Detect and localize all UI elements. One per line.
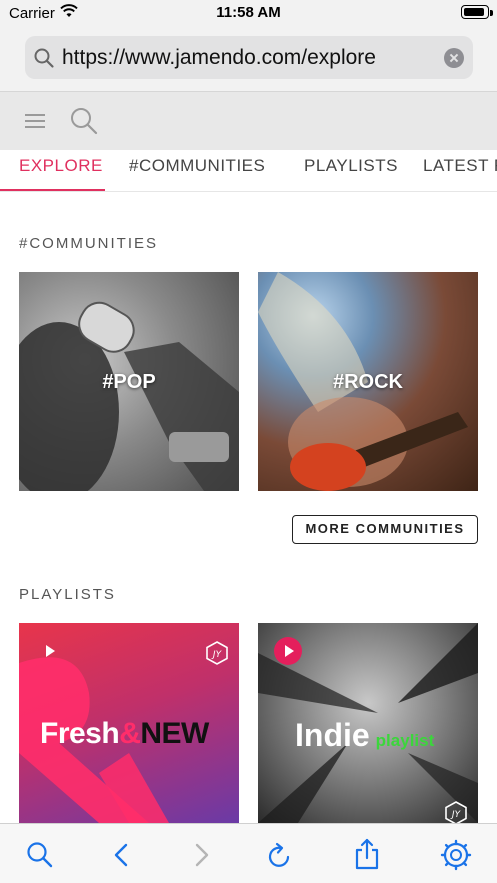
community-label-rock: #ROCK [332,371,403,393]
settings-icon[interactable] [440,839,472,871]
status-bar: Carrier 11:58 AM [0,0,497,28]
community-card-rock[interactable]: #ROCK [258,272,478,491]
tab-explore[interactable]: EXPLORE [19,156,103,176]
share-icon[interactable] [353,838,381,870]
tab-playlists[interactable]: PLAYLISTS [304,156,398,176]
site-header [0,92,497,150]
menu-icon[interactable] [25,114,45,128]
url-text[interactable]: https://www.jamendo.com/explore [62,46,376,70]
more-communities-button[interactable]: MORE COMMUNITIES [292,515,478,544]
reload-icon[interactable] [266,841,294,871]
jamendo-badge-icon: JY [445,801,467,823]
tab-communities[interactable]: #COMMUNITIES [129,156,265,176]
communities-section-title: #COMMUNITIES [19,235,159,252]
back-icon[interactable] [110,841,134,869]
search-icon[interactable] [26,841,54,869]
active-tab-indicator [0,189,105,191]
url-field[interactable]: https://www.jamendo.com/explore [25,36,473,79]
playlist-title-indie: Indie playlist [295,717,435,753]
community-label-pop: #POP [102,371,156,393]
playlist-title-fresh-new: Fresh&NEW [40,717,209,750]
svg-text:JY: JY [211,650,223,660]
play-button[interactable] [35,637,63,665]
playlist-card-fresh-new[interactable]: JY Fresh&NEW [19,623,239,823]
playlists-section-title: PLAYLISTS [19,586,116,603]
browser-toolbar [0,823,497,883]
play-button[interactable] [274,637,302,665]
search-icon [34,48,54,68]
battery-tip [490,10,493,16]
svg-text:JY: JY [450,810,462,820]
community-card-pop[interactable]: #POP [19,272,239,491]
playlist-card-indie[interactable]: JY Indie playlist [258,623,478,823]
site-search-icon[interactable] [69,106,99,136]
status-time: 11:58 AM [216,4,281,21]
battery-icon [461,5,489,19]
section-tabs: EXPLORE #COMMUNITIES PLAYLISTS LATEST RE [0,150,497,192]
jamendo-badge-icon: JY [206,641,228,665]
browser-address-area: https://www.jamendo.com/explore [0,28,497,92]
tab-latest-releases[interactable]: LATEST RE [423,156,497,176]
forward-icon[interactable] [189,841,213,869]
clear-url-icon[interactable] [444,48,464,68]
